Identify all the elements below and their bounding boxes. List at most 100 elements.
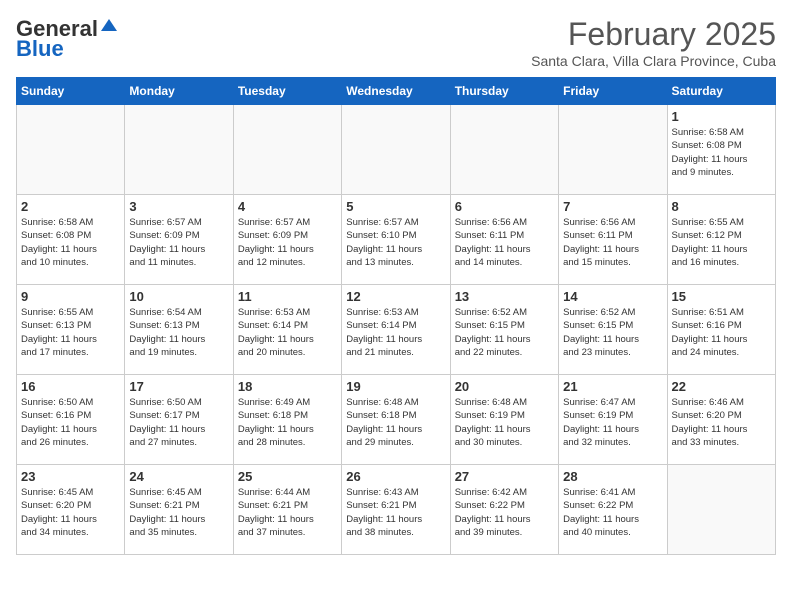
logo: General Blue <box>16 16 119 62</box>
day-number: 7 <box>563 199 662 214</box>
day-number: 11 <box>238 289 337 304</box>
calendar-cell: 15 Sunrise: 6:51 AM Sunset: 6:16 PM Dayli… <box>667 285 775 375</box>
calendar-cell: 5Sunrise: 6:57 AM Sunset: 6:10 PM Daylig… <box>342 195 450 285</box>
day-info: Sunrise: 6:53 AM Sunset: 6:14 PM Dayligh… <box>346 306 445 359</box>
day-info: Sunrise: 6:45 AM Sunset: 6:21 PM Dayligh… <box>129 486 228 539</box>
week-row-4: 16 Sunrise: 6:50 AM Sunset: 6:16 PM Dayli… <box>17 375 776 465</box>
day-info: Sunrise: 6:47 AM Sunset: 6:19 PM Dayligh… <box>563 396 662 449</box>
day-number: 14 <box>563 289 662 304</box>
day-info: Sunrise: 6:55 AM Sunset: 6:13 PM Dayligh… <box>21 306 120 359</box>
weekday-header-row: SundayMondayTuesdayWednesdayThursdayFrid… <box>17 78 776 105</box>
logo-icon <box>99 17 119 37</box>
day-info: Sunrise: 6:42 AM Sunset: 6:22 PM Dayligh… <box>455 486 554 539</box>
calendar-cell: 21 Sunrise: 6:47 AM Sunset: 6:19 PM Dayli… <box>559 375 667 465</box>
day-number: 25 <box>238 469 337 484</box>
day-info: Sunrise: 6:56 AM Sunset: 6:11 PM Dayligh… <box>563 216 662 269</box>
calendar-cell <box>559 105 667 195</box>
weekday-header-tuesday: Tuesday <box>233 78 341 105</box>
calendar-cell: 3 Sunrise: 6:57 AM Sunset: 6:09 PM Daylig… <box>125 195 233 285</box>
calendar-cell: 28 Sunrise: 6:41 AM Sunset: 6:22 PM Dayli… <box>559 465 667 555</box>
day-number: 9 <box>21 289 120 304</box>
weekday-header-thursday: Thursday <box>450 78 558 105</box>
calendar-cell <box>342 105 450 195</box>
day-info: Sunrise: 6:51 AM Sunset: 6:16 PM Dayligh… <box>672 306 771 359</box>
calendar-cell: 4 Sunrise: 6:57 AM Sunset: 6:09 PM Daylig… <box>233 195 341 285</box>
calendar-cell <box>233 105 341 195</box>
day-number: 26 <box>346 469 445 484</box>
calendar-cell: 12 Sunrise: 6:53 AM Sunset: 6:14 PM Dayli… <box>342 285 450 375</box>
day-info: Sunrise: 6:58 AM Sunset: 6:08 PM Dayligh… <box>672 126 771 179</box>
logo-blue-text: Blue <box>16 36 64 62</box>
calendar-cell: 7 Sunrise: 6:56 AM Sunset: 6:11 PM Daylig… <box>559 195 667 285</box>
day-number: 4 <box>238 199 337 214</box>
day-number: 27 <box>455 469 554 484</box>
day-number: 20 <box>455 379 554 394</box>
calendar-cell: 19 Sunrise: 6:48 AM Sunset: 6:18 PM Dayli… <box>342 375 450 465</box>
day-info: Sunrise: 6:54 AM Sunset: 6:13 PM Dayligh… <box>129 306 228 359</box>
day-number: 10 <box>129 289 228 304</box>
day-number: 6 <box>455 199 554 214</box>
day-number: 12 <box>346 289 445 304</box>
week-row-5: 23 Sunrise: 6:45 AM Sunset: 6:20 PM Dayli… <box>17 465 776 555</box>
weekday-header-wednesday: Wednesday <box>342 78 450 105</box>
calendar-cell: 25 Sunrise: 6:44 AM Sunset: 6:21 PM Dayli… <box>233 465 341 555</box>
day-info: Sunrise: 6:45 AM Sunset: 6:20 PM Dayligh… <box>21 486 120 539</box>
calendar-cell: 23 Sunrise: 6:45 AM Sunset: 6:20 PM Dayli… <box>17 465 125 555</box>
calendar-cell: 8 Sunrise: 6:55 AM Sunset: 6:12 PM Daylig… <box>667 195 775 285</box>
calendar-cell: 14 Sunrise: 6:52 AM Sunset: 6:15 PM Dayli… <box>559 285 667 375</box>
day-info: Sunrise: 6:57 AM Sunset: 6:09 PM Dayligh… <box>129 216 228 269</box>
week-row-2: 2Sunrise: 6:58 AM Sunset: 6:08 PM Daylig… <box>17 195 776 285</box>
day-number: 21 <box>563 379 662 394</box>
calendar-cell: 13Sunrise: 6:52 AM Sunset: 6:15 PM Dayli… <box>450 285 558 375</box>
day-number: 22 <box>672 379 771 394</box>
calendar-cell: 11 Sunrise: 6:53 AM Sunset: 6:14 PM Dayli… <box>233 285 341 375</box>
calendar-cell: 26Sunrise: 6:43 AM Sunset: 6:21 PM Dayli… <box>342 465 450 555</box>
day-info: Sunrise: 6:49 AM Sunset: 6:18 PM Dayligh… <box>238 396 337 449</box>
calendar-cell: 16 Sunrise: 6:50 AM Sunset: 6:16 PM Dayli… <box>17 375 125 465</box>
calendar-cell: 18 Sunrise: 6:49 AM Sunset: 6:18 PM Dayli… <box>233 375 341 465</box>
day-info: Sunrise: 6:53 AM Sunset: 6:14 PM Dayligh… <box>238 306 337 359</box>
calendar-cell: 6Sunrise: 6:56 AM Sunset: 6:11 PM Daylig… <box>450 195 558 285</box>
day-info: Sunrise: 6:52 AM Sunset: 6:15 PM Dayligh… <box>563 306 662 359</box>
day-number: 3 <box>129 199 228 214</box>
title-area: February 2025 Santa Clara, Villa Clara P… <box>531 16 776 69</box>
calendar-cell: 20 Sunrise: 6:48 AM Sunset: 6:19 PM Dayli… <box>450 375 558 465</box>
calendar-cell: 10 Sunrise: 6:54 AM Sunset: 6:13 PM Dayli… <box>125 285 233 375</box>
location-text: Santa Clara, Villa Clara Province, Cuba <box>531 53 776 69</box>
day-number: 23 <box>21 469 120 484</box>
weekday-header-friday: Friday <box>559 78 667 105</box>
day-info: Sunrise: 6:46 AM Sunset: 6:20 PM Dayligh… <box>672 396 771 449</box>
calendar-cell: 27 Sunrise: 6:42 AM Sunset: 6:22 PM Dayli… <box>450 465 558 555</box>
day-number: 24 <box>129 469 228 484</box>
calendar-table: SundayMondayTuesdayWednesdayThursdayFrid… <box>16 77 776 555</box>
week-row-1: 1 Sunrise: 6:58 AM Sunset: 6:08 PM Daylig… <box>17 105 776 195</box>
day-info: Sunrise: 6:57 AM Sunset: 6:10 PM Dayligh… <box>346 216 445 269</box>
day-number: 16 <box>21 379 120 394</box>
day-info: Sunrise: 6:57 AM Sunset: 6:09 PM Dayligh… <box>238 216 337 269</box>
page-header: General Blue February 2025 Santa Clara, … <box>16 16 776 69</box>
day-number: 2 <box>21 199 120 214</box>
day-info: Sunrise: 6:50 AM Sunset: 6:16 PM Dayligh… <box>21 396 120 449</box>
day-number: 17 <box>129 379 228 394</box>
calendar-cell <box>17 105 125 195</box>
weekday-header-saturday: Saturday <box>667 78 775 105</box>
day-info: Sunrise: 6:44 AM Sunset: 6:21 PM Dayligh… <box>238 486 337 539</box>
day-info: Sunrise: 6:50 AM Sunset: 6:17 PM Dayligh… <box>129 396 228 449</box>
day-number: 8 <box>672 199 771 214</box>
calendar-cell: 17 Sunrise: 6:50 AM Sunset: 6:17 PM Dayli… <box>125 375 233 465</box>
calendar-cell: 22 Sunrise: 6:46 AM Sunset: 6:20 PM Dayli… <box>667 375 775 465</box>
day-info: Sunrise: 6:48 AM Sunset: 6:18 PM Dayligh… <box>346 396 445 449</box>
day-info: Sunrise: 6:55 AM Sunset: 6:12 PM Dayligh… <box>672 216 771 269</box>
day-number: 15 <box>672 289 771 304</box>
month-title: February 2025 <box>531 16 776 53</box>
calendar-cell <box>667 465 775 555</box>
day-number: 1 <box>672 109 771 124</box>
calendar-cell: 24 Sunrise: 6:45 AM Sunset: 6:21 PM Dayli… <box>125 465 233 555</box>
day-info: Sunrise: 6:48 AM Sunset: 6:19 PM Dayligh… <box>455 396 554 449</box>
calendar-cell: 2Sunrise: 6:58 AM Sunset: 6:08 PM Daylig… <box>17 195 125 285</box>
weekday-header-monday: Monday <box>125 78 233 105</box>
day-info: Sunrise: 6:41 AM Sunset: 6:22 PM Dayligh… <box>563 486 662 539</box>
day-number: 19 <box>346 379 445 394</box>
day-number: 18 <box>238 379 337 394</box>
day-number: 28 <box>563 469 662 484</box>
